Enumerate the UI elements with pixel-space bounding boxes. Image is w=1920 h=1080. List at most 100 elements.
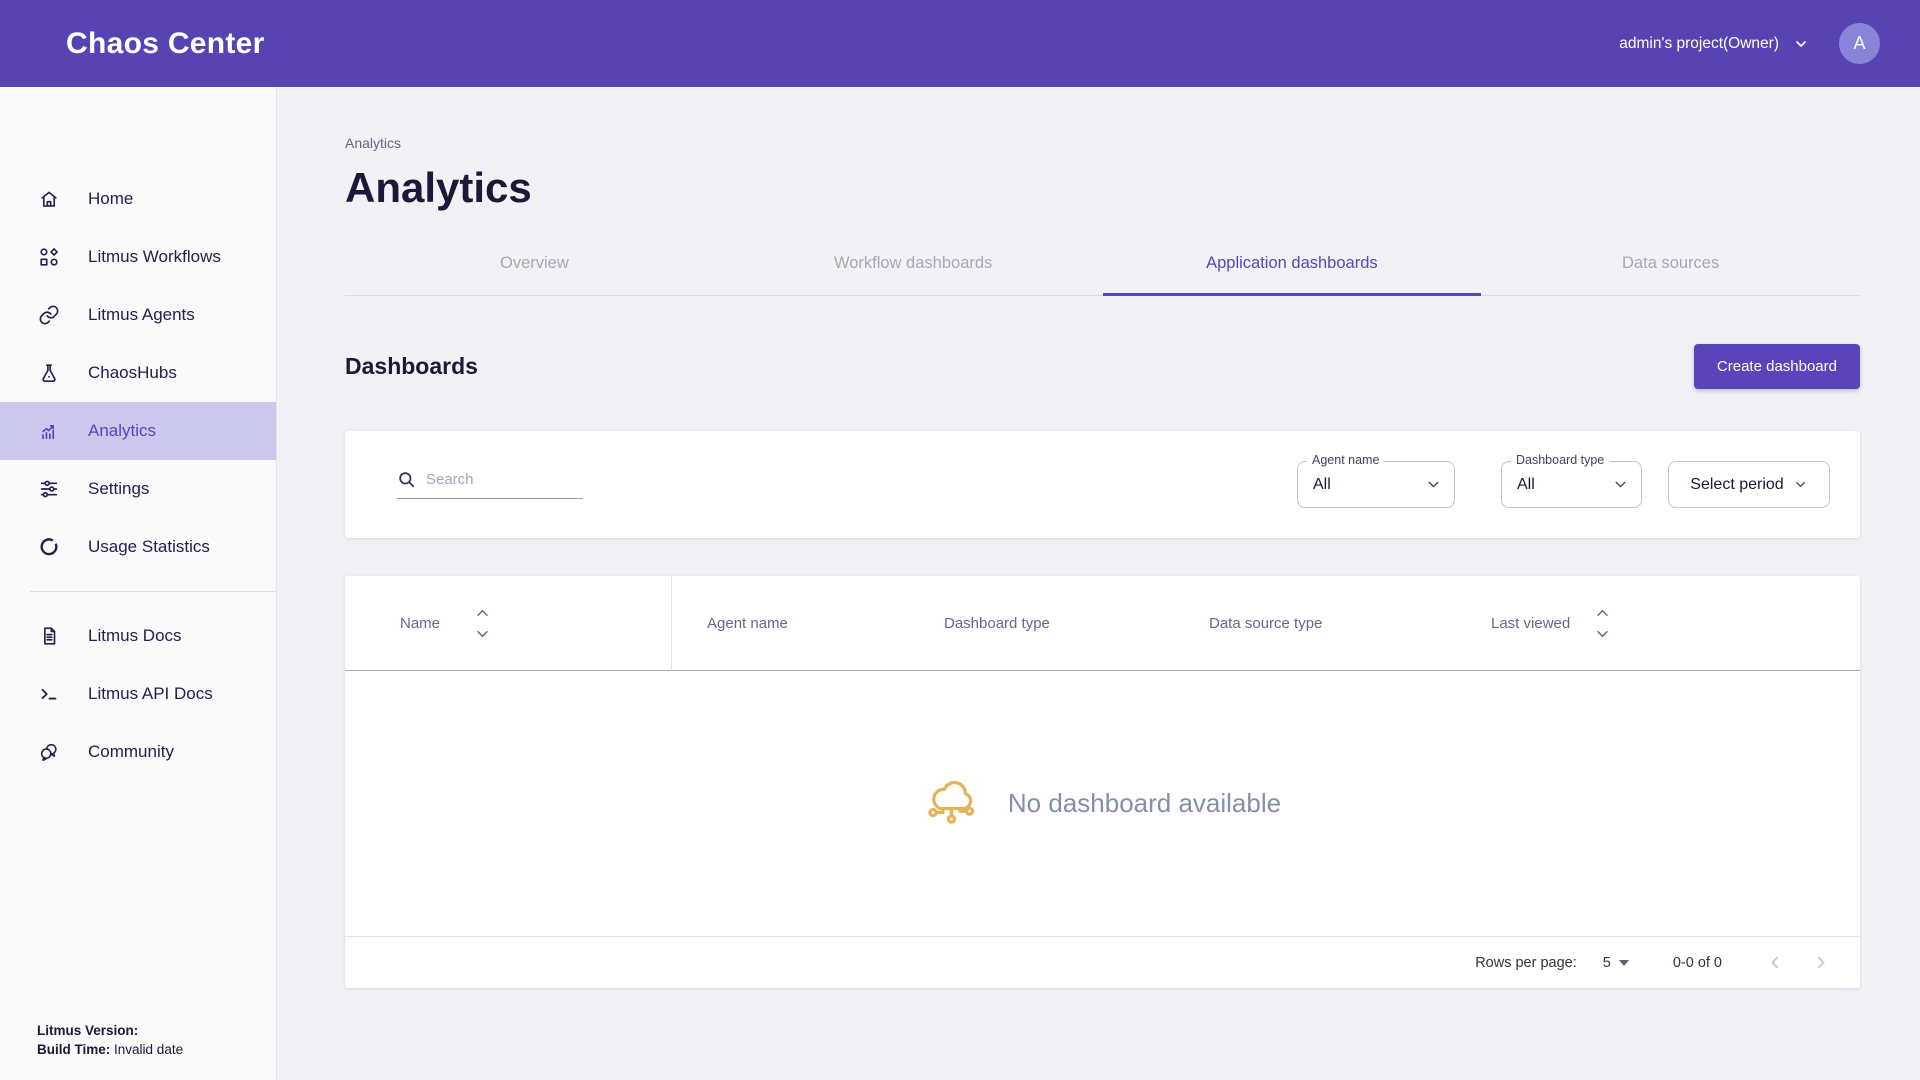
sort-ascending-icon[interactable]	[476, 608, 489, 617]
chevron-down-icon	[1793, 477, 1808, 492]
sidebar-item-litmus-workflows[interactable]: Litmus Workflows	[0, 228, 276, 286]
build-time-value: Invalid date	[114, 1042, 183, 1057]
rows-per-page-select[interactable]: 5	[1603, 955, 1629, 971]
main-content: Analytics Analytics Overview Workflow da…	[277, 87, 1920, 1080]
table-header-row: Name Agent name Dashboard type Data sou	[345, 576, 1860, 671]
column-label: Dashboard type	[944, 615, 1050, 632]
sidebar-item-litmus-api-docs[interactable]: Litmus API Docs	[0, 665, 276, 723]
column-divider	[671, 576, 672, 670]
sidebar-item-settings[interactable]: Settings	[0, 460, 276, 518]
section-title: Dashboards	[345, 353, 478, 380]
avatar[interactable]: A	[1839, 23, 1880, 64]
sidebar-item-label: Usage Statistics	[88, 537, 210, 557]
cloud-network-icon	[924, 777, 978, 831]
select-period-button[interactable]: Select period	[1668, 461, 1830, 508]
tab-label: Data sources	[1622, 254, 1719, 272]
chevron-down-icon	[1793, 36, 1809, 52]
tab-workflow-dashboards[interactable]: Workflow dashboards	[724, 246, 1103, 295]
version-info: Litmus Version: Build Time: Invalid date	[37, 1021, 183, 1060]
rows-per-page-label: Rows per page:	[1475, 955, 1577, 971]
search-field	[397, 470, 583, 499]
sidebar-item-label: Litmus Workflows	[88, 247, 221, 267]
column-header-name: Name	[400, 576, 489, 670]
agent-name-select[interactable]: Agent name All	[1297, 461, 1455, 508]
link-icon	[37, 303, 61, 327]
previous-page-icon[interactable]	[1766, 953, 1785, 972]
rows-per-page-value: 5	[1603, 955, 1611, 971]
sidebar-divider	[30, 591, 276, 592]
tab-application-dashboards[interactable]: Application dashboards	[1103, 246, 1482, 295]
sort-descending-icon[interactable]	[1596, 630, 1609, 639]
tab-label: Application dashboards	[1206, 254, 1378, 272]
empty-state-message: No dashboard available	[1008, 788, 1281, 819]
column-label: Data source type	[1209, 615, 1322, 632]
build-time-label: Build Time:	[37, 1042, 110, 1057]
sort-arrows	[476, 608, 489, 639]
tab-data-sources[interactable]: Data sources	[1481, 246, 1860, 295]
column-header-data-source-type: Data source type	[1209, 576, 1322, 670]
search-icon	[397, 470, 416, 489]
chat-bubbles-icon	[37, 740, 61, 764]
home-icon	[37, 187, 61, 211]
project-selector-dropdown[interactable]: admin's project(Owner)	[1619, 35, 1809, 53]
chevron-down-icon	[1612, 476, 1629, 493]
pagination-range: 0-0 of 0	[1673, 955, 1722, 971]
column-header-dashboard-type: Dashboard type	[944, 576, 1050, 670]
column-label: Last viewed	[1491, 615, 1570, 632]
section-header: Dashboards Create dashboard	[345, 344, 1860, 389]
sidebar-item-home[interactable]: Home	[0, 170, 276, 228]
avatar-initial: A	[1853, 33, 1865, 54]
workflows-icon	[37, 245, 61, 269]
tab-bar: Overview Workflow dashboards Application…	[345, 246, 1860, 296]
dropdown-arrow-icon	[1619, 960, 1629, 966]
sliders-icon	[37, 477, 61, 501]
sidebar: Home Litmus Workflows Litmus Agents Chao…	[0, 87, 277, 1080]
column-header-agent-name: Agent name	[707, 576, 788, 670]
create-dashboard-button[interactable]: Create dashboard	[1694, 344, 1860, 389]
sidebar-item-label: Analytics	[88, 421, 156, 441]
pagination-bar: Rows per page: 5 0-0 of 0	[345, 936, 1860, 988]
empty-state: No dashboard available	[345, 671, 1860, 936]
sidebar-item-usage-statistics[interactable]: Usage Statistics	[0, 518, 276, 576]
filter-bar: Agent name All Dashboard type All Select…	[345, 431, 1860, 538]
active-tab-indicator	[1103, 293, 1482, 296]
sidebar-item-label: Settings	[88, 479, 149, 499]
dashboards-table: Name Agent name Dashboard type Data sou	[345, 576, 1860, 988]
column-label: Agent name	[707, 615, 788, 632]
tab-overview[interactable]: Overview	[345, 246, 724, 295]
agent-name-select-value: All	[1313, 476, 1331, 494]
project-selector-label: admin's project(Owner)	[1619, 35, 1779, 53]
dashboard-type-select-label: Dashboard type	[1511, 453, 1609, 467]
sort-ascending-icon[interactable]	[1596, 608, 1609, 617]
document-icon	[37, 624, 61, 648]
next-page-icon[interactable]	[1811, 953, 1830, 972]
usage-icon	[37, 535, 61, 559]
agent-name-select-label: Agent name	[1307, 453, 1384, 467]
sidebar-item-litmus-agents[interactable]: Litmus Agents	[0, 286, 276, 344]
terminal-icon	[37, 682, 61, 706]
version-label: Litmus Version:	[37, 1023, 138, 1038]
sidebar-item-label: Litmus Docs	[88, 626, 182, 646]
sidebar-item-label: Home	[88, 189, 133, 209]
sidebar-item-analytics[interactable]: Analytics	[0, 402, 276, 460]
sidebar-item-label: Litmus Agents	[88, 305, 195, 325]
page-title: Analytics	[345, 164, 1860, 212]
sort-arrows	[1596, 608, 1609, 639]
breadcrumb[interactable]: Analytics	[345, 135, 1860, 151]
column-label: Name	[400, 615, 440, 632]
flask-icon	[37, 361, 61, 385]
search-input[interactable]	[426, 471, 583, 488]
tab-label: Workflow dashboards	[834, 254, 992, 272]
sidebar-item-litmus-docs[interactable]: Litmus Docs	[0, 607, 276, 665]
app-title: Chaos Center	[66, 27, 265, 61]
column-header-last-viewed: Last viewed	[1491, 576, 1609, 670]
sidebar-item-label: Litmus API Docs	[88, 684, 213, 704]
sidebar-item-label: ChaosHubs	[88, 363, 177, 383]
tab-label: Overview	[500, 254, 569, 272]
dashboard-type-select[interactable]: Dashboard type All	[1501, 461, 1642, 508]
sidebar-item-chaoshubs[interactable]: ChaosHubs	[0, 344, 276, 402]
sort-descending-icon[interactable]	[476, 630, 489, 639]
dashboard-type-select-value: All	[1517, 476, 1535, 494]
analytics-icon	[37, 419, 61, 443]
sidebar-item-community[interactable]: Community	[0, 723, 276, 781]
